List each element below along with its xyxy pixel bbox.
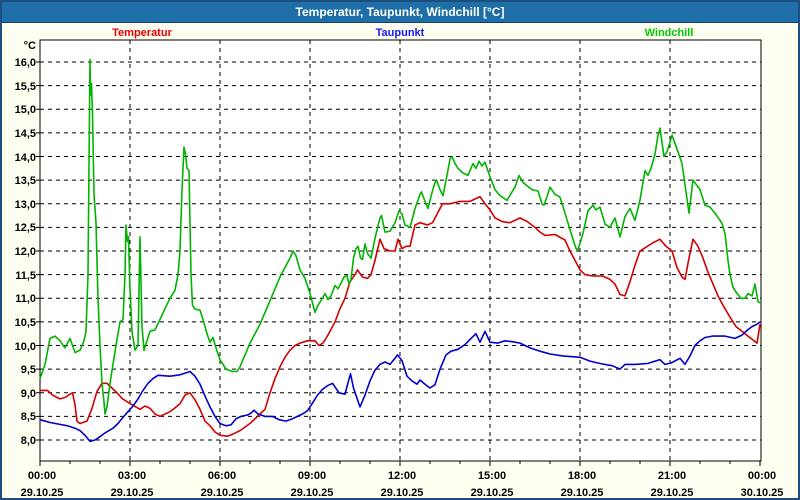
x-tick-label: 09:00 29.10.25 — [290, 470, 334, 499]
x-tick-date: 29.10.25 — [20, 487, 64, 499]
x-tick-time: 03:00 — [117, 470, 147, 482]
y-tick-label: 14,0 — [14, 151, 36, 164]
x-tick-date: 29.10.25 — [380, 487, 424, 499]
x-tick-time: 06:00 — [207, 470, 237, 482]
y-tick-label: 13,5 — [14, 175, 36, 188]
x-tick-time: 15:00 — [477, 470, 507, 482]
x-tick-label: 00:00 29.10.25 — [20, 470, 64, 499]
y-tick-label: 15,0 — [14, 104, 36, 117]
y-tick-label: 9,0 — [20, 387, 36, 400]
y-tick-label: 9,5 — [20, 364, 36, 377]
x-tick-date: 29.10.25 — [290, 487, 334, 499]
x-tick-label: 15:00 29.10.25 — [470, 470, 514, 499]
x-tick-date: 30.10.25 — [740, 487, 784, 499]
y-tick-label: 13,0 — [14, 198, 36, 211]
y-tick-label: 8,5 — [20, 411, 36, 424]
y-tick-label: 15,5 — [14, 80, 36, 93]
x-tick-label: 21:00 29.10.25 — [650, 470, 694, 499]
weather-chart-window: Temperatur, Taupunkt, Windchill [°C] Tem… — [0, 0, 800, 500]
x-tick-time: 18:00 — [567, 470, 597, 482]
x-tick-date: 29.10.25 — [650, 487, 694, 499]
y-tick-label: 12,0 — [14, 246, 36, 258]
x-tick-label: 18:00 29.10.25 — [560, 470, 604, 499]
y-axis-unit-label: °C — [23, 40, 36, 52]
y-tick-label: 8,0 — [20, 435, 36, 447]
y-tick-label: 11,0 — [15, 293, 36, 306]
x-tick-time: 12:00 — [387, 470, 417, 482]
y-tick-label: 10,5 — [14, 316, 36, 329]
y-tick-label: 14,5 — [14, 127, 36, 140]
x-tick-label: 03:00 29.10.25 — [110, 470, 154, 499]
x-tick-time: 09:00 — [297, 470, 327, 482]
x-tick-time: 21:00 — [657, 470, 687, 482]
y-tick-label: 10,0 — [14, 340, 36, 353]
y-tick-label: 16,0 — [14, 57, 36, 69]
y-tick-label: 12,5 — [14, 222, 36, 235]
y-tick-label: 11,5 — [15, 269, 36, 282]
x-tick-label: 12:00 29.10.25 — [380, 470, 424, 499]
chart-plot-area — [36, 39, 762, 466]
x-tick-label: 00:00 30.10.25 — [740, 470, 784, 499]
x-tick-date: 29.10.25 — [560, 487, 604, 499]
x-tick-time: 00:00 — [747, 470, 777, 482]
x-tick-time: 00:00 — [27, 470, 57, 482]
x-tick-label: 06:00 29.10.25 — [200, 470, 244, 499]
x-tick-date: 29.10.25 — [110, 487, 154, 499]
x-tick-date: 29.10.25 — [200, 487, 244, 499]
x-tick-date: 29.10.25 — [470, 487, 514, 499]
